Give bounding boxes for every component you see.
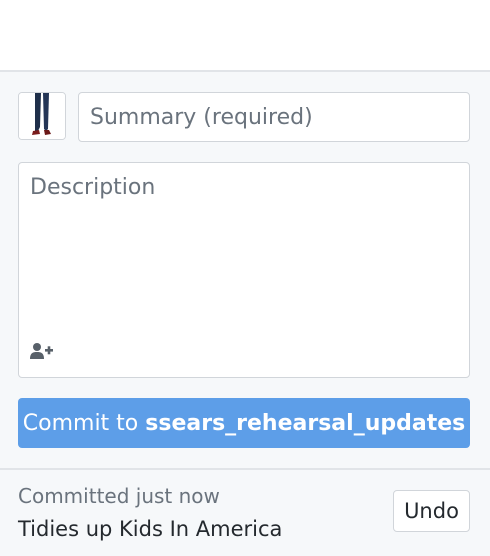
summary-input[interactable]	[78, 92, 470, 142]
commit-button[interactable]: Commit to ssears_rehearsal_updates	[18, 398, 470, 448]
description-field	[18, 162, 470, 378]
commit-status-text: Committed just now	[18, 484, 220, 508]
last-commit-message: Tidies up Kids In America	[18, 517, 283, 541]
user-avatar-icon	[18, 92, 66, 140]
add-coauthor-icon[interactable]	[29, 341, 57, 363]
commit-branch-name: ssears_rehearsal_updates	[145, 410, 466, 436]
commit-button-prefix: Commit to	[22, 410, 139, 436]
top-panel	[0, 0, 490, 72]
description-input[interactable]	[19, 163, 469, 323]
undo-button[interactable]: Undo	[393, 490, 470, 532]
